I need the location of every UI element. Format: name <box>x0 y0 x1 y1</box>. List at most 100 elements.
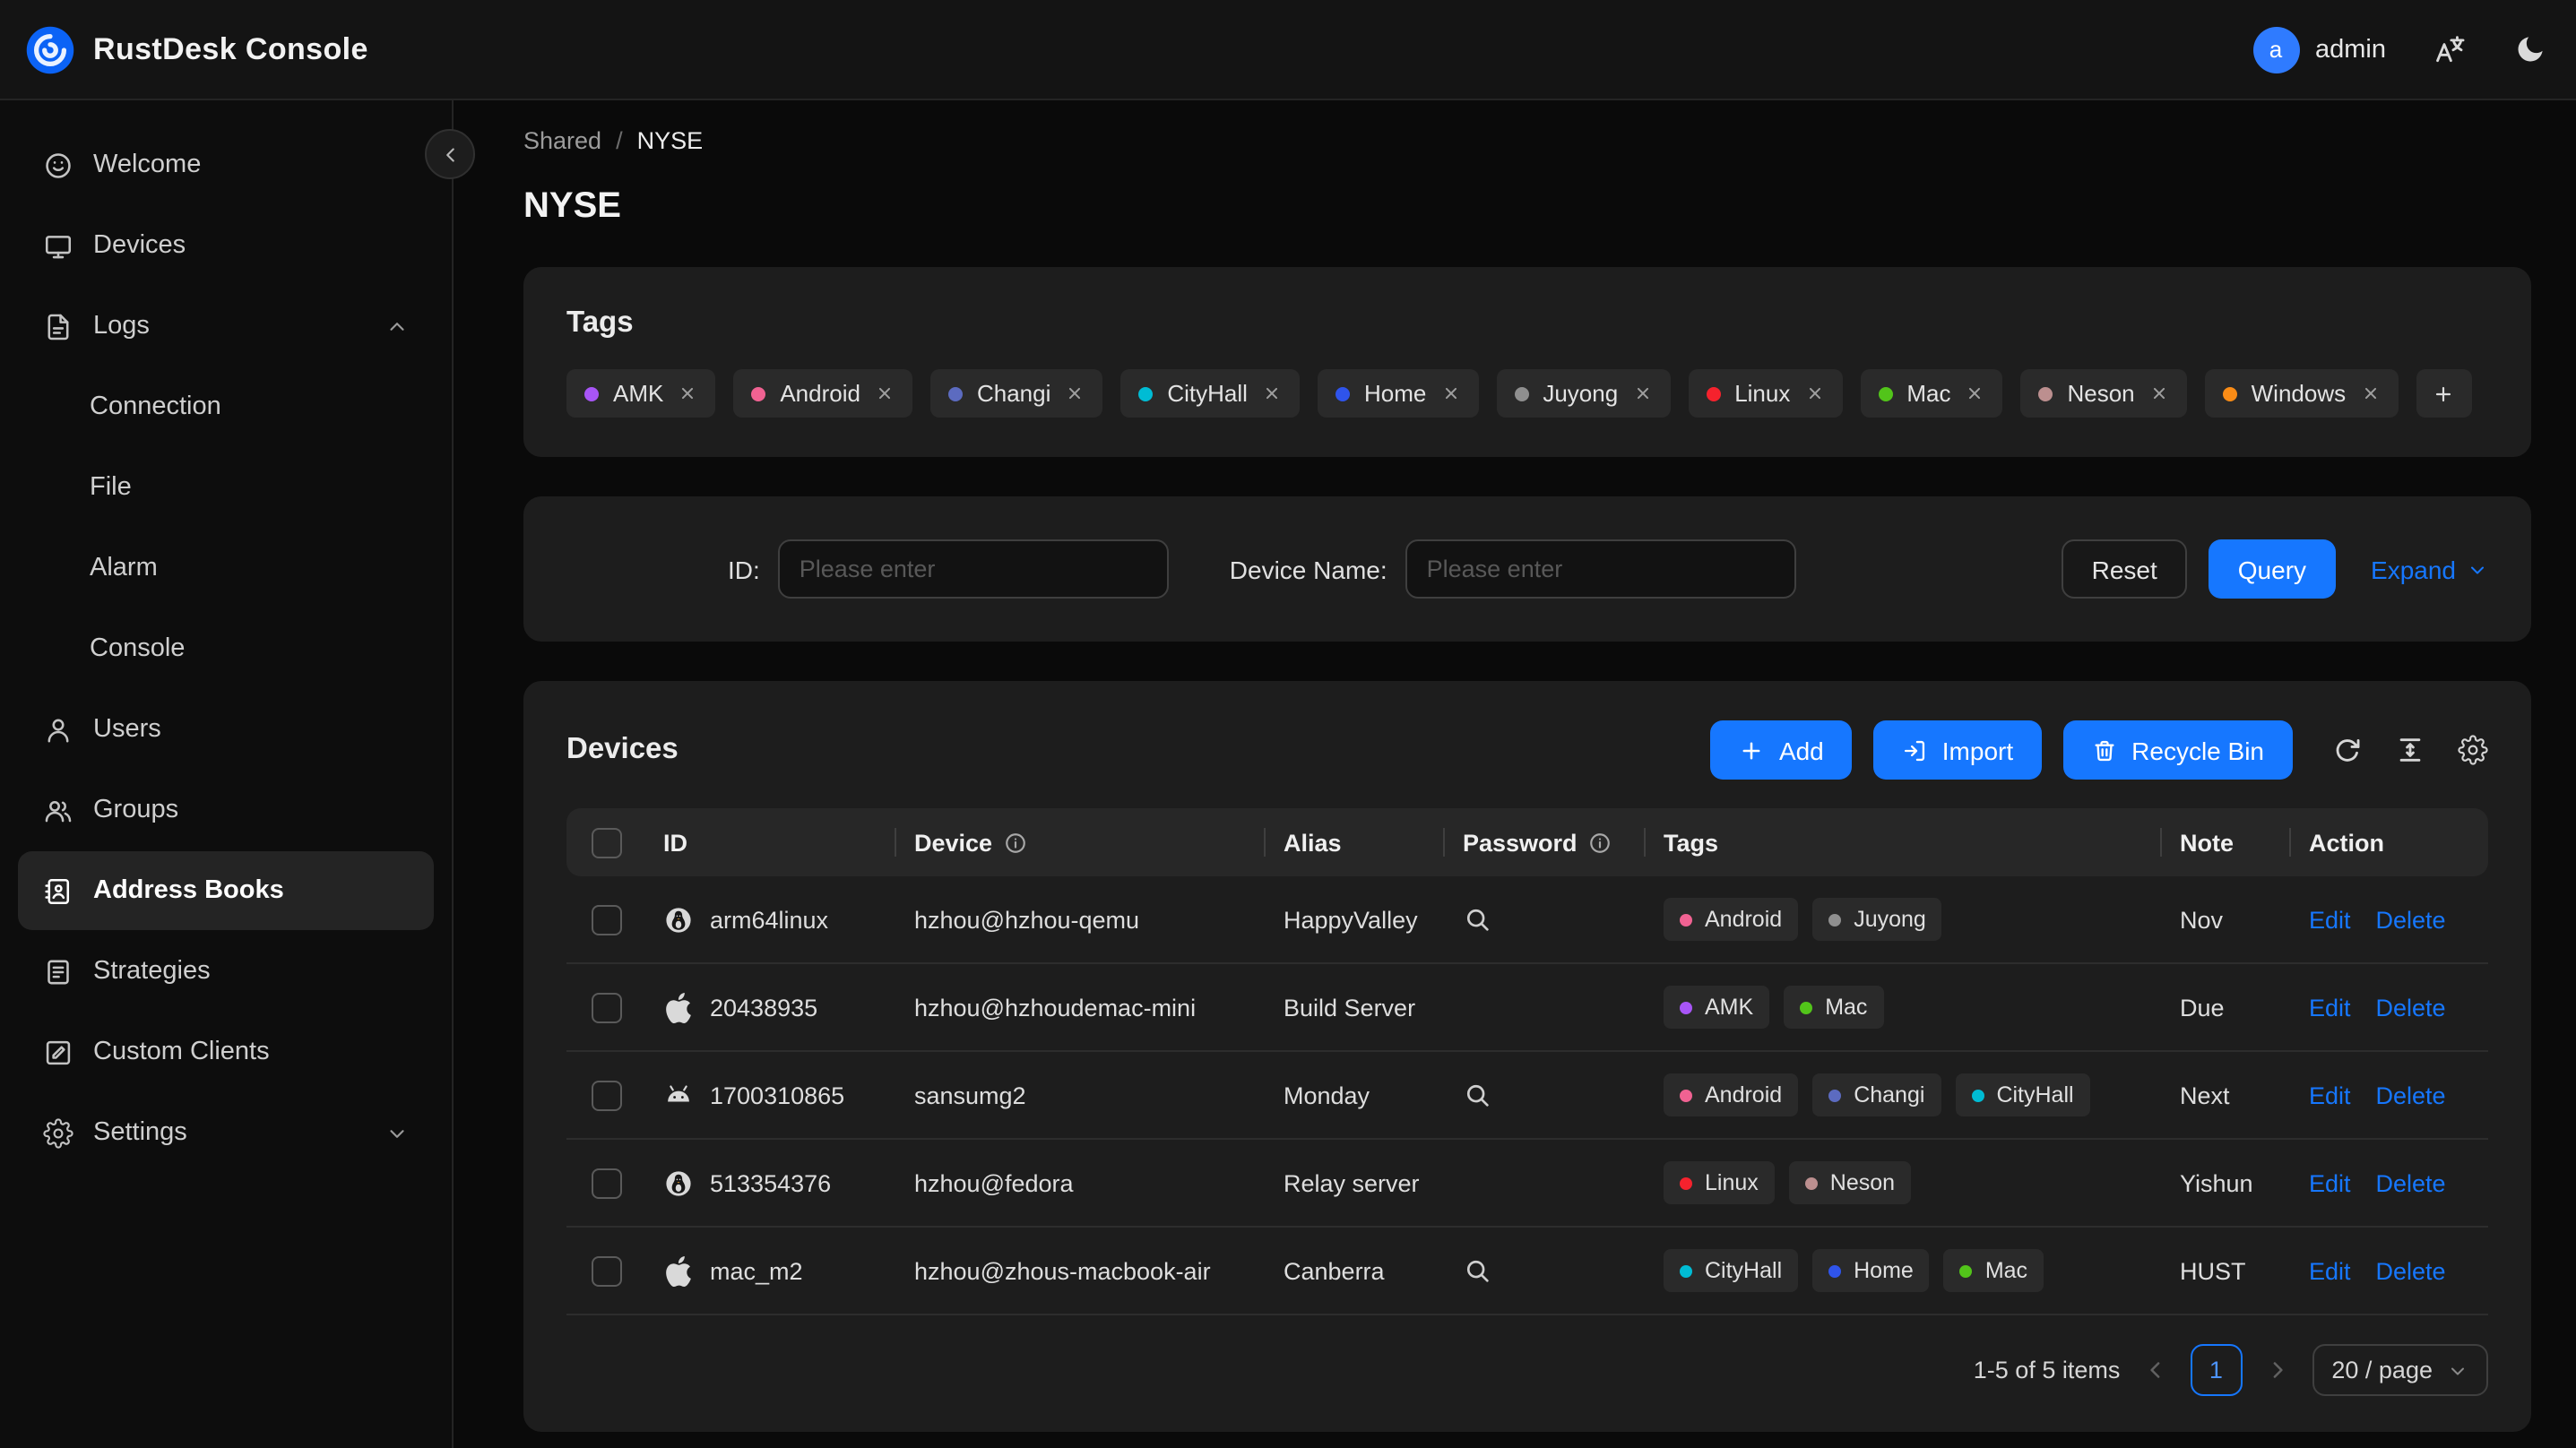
device-id: 20438935 <box>710 994 818 1021</box>
row-checkbox[interactable] <box>591 1255 621 1286</box>
tag-chip-neson[interactable]: Neson <box>2020 369 2187 418</box>
tag-remove-icon[interactable] <box>1065 384 1085 403</box>
device-alias: Canberra <box>1284 1257 1385 1284</box>
sidebar-item-label: Users <box>93 715 161 744</box>
tag-remove-icon[interactable] <box>2360 384 2380 403</box>
next-page-icon[interactable] <box>2263 1357 2290 1383</box>
tag-label: CityHall <box>1167 380 1248 407</box>
tag-chip-amk[interactable]: AMK <box>566 369 716 418</box>
page-number[interactable]: 1 <box>2190 1344 2243 1396</box>
sidebar-item-settings[interactable]: Settings <box>18 1093 434 1172</box>
tag-chip-changi[interactable]: Changi <box>929 369 1103 418</box>
sidebar-item-logs[interactable]: Logs <box>18 287 434 366</box>
info-icon[interactable] <box>1003 831 1026 854</box>
edit-link[interactable]: Edit <box>2309 1082 2351 1108</box>
row-checkbox[interactable] <box>591 1168 621 1198</box>
device-alias: Build Server <box>1284 994 1416 1021</box>
delete-link[interactable]: Delete <box>2376 1082 2446 1108</box>
sidebar-subitem-label: File <box>90 473 132 502</box>
add-button[interactable]: Add <box>1710 720 1853 780</box>
edit-link[interactable]: Edit <box>2309 994 2351 1021</box>
device-name-input[interactable] <box>1405 539 1796 599</box>
sidebar-item-strategies[interactable]: Strategies <box>18 932 434 1011</box>
sidebar-item-users[interactable]: Users <box>18 690 434 769</box>
username: admin <box>2315 35 2386 64</box>
tag-chip-windows[interactable]: Windows <box>2204 369 2399 418</box>
expand-toggle[interactable]: Expand <box>2371 555 2488 583</box>
reset-button[interactable]: Reset <box>2061 539 2188 599</box>
breadcrumb: Shared / NYSE <box>523 124 2531 156</box>
sidebar-subitem-alarm[interactable]: Alarm <box>18 529 434 608</box>
device-name: hzhou@hzhou-qemu <box>914 906 1140 933</box>
sidebar-item-groups[interactable]: Groups <box>18 771 434 849</box>
edit-link[interactable]: Edit <box>2309 1169 2351 1196</box>
tag-remove-icon[interactable] <box>1965 384 1984 403</box>
tag-color-dot <box>1680 1001 1692 1013</box>
tag-remove-icon[interactable] <box>875 384 895 403</box>
info-icon[interactable] <box>1588 831 1612 854</box>
reveal-password-icon[interactable] <box>1463 1256 1491 1285</box>
tag-remove-icon[interactable] <box>1262 384 1282 403</box>
recycle-bin-button[interactable]: Recycle Bin <box>2063 720 2293 780</box>
sidebar-item-custom-clients[interactable]: Custom Clients <box>18 1013 434 1091</box>
tag-chip-linux[interactable]: Linux <box>1688 369 1843 418</box>
sidebar-collapse-button[interactable] <box>425 129 475 179</box>
row-tag-neson: Neson <box>1788 1161 1912 1204</box>
sidebar-item-label: Logs <box>93 312 150 340</box>
row-checkbox[interactable] <box>591 904 621 935</box>
add-tag-button[interactable] <box>2416 369 2472 418</box>
avatar[interactable]: a <box>2252 26 2299 73</box>
tag-remove-icon[interactable] <box>2149 384 2169 403</box>
query-button[interactable]: Query <box>2209 539 2336 599</box>
edit-link[interactable]: Edit <box>2309 906 2351 933</box>
row-checkbox[interactable] <box>591 1080 621 1110</box>
tag-chip-cityhall[interactable]: CityHall <box>1120 369 1300 418</box>
tag-chip-juyong[interactable]: Juyong <box>1496 369 1671 418</box>
column-height-icon[interactable] <box>2395 735 2425 765</box>
tag-chip-home[interactable]: Home <box>1317 369 1479 418</box>
row-tag-juyong: Juyong <box>1812 898 1942 941</box>
table-settings-icon[interactable] <box>2458 735 2488 765</box>
delete-link[interactable]: Delete <box>2376 1169 2446 1196</box>
sidebar-item-address-books[interactable]: Address Books <box>18 851 434 930</box>
user-menu[interactable]: a admin <box>2252 26 2386 73</box>
linux-os-icon <box>663 904 694 935</box>
tag-remove-icon[interactable] <box>1632 384 1652 403</box>
language-icon[interactable] <box>2433 32 2467 66</box>
tag-label: AMK <box>1705 995 1754 1020</box>
sidebar-subitem-console[interactable]: Console <box>18 609 434 688</box>
apple-os-icon <box>663 1255 694 1286</box>
row-checkbox[interactable] <box>591 992 621 1022</box>
tags-cell: Android Changi CityHall <box>1646 1052 2162 1140</box>
column-header-label: Password <box>1463 829 1578 856</box>
refresh-icon[interactable] <box>2332 735 2363 765</box>
tag-chip-mac[interactable]: Mac <box>1860 369 2003 418</box>
sidebar-subitem-file[interactable]: File <box>18 448 434 527</box>
team-icon <box>43 795 73 825</box>
sidebar-item-devices[interactable]: Devices <box>18 206 434 285</box>
sidebar-subitem-connection[interactable]: Connection <box>18 367 434 446</box>
column-header-label: Tags <box>1664 829 1719 856</box>
delete-link[interactable]: Delete <box>2376 906 2446 933</box>
breadcrumb-parent[interactable]: Shared <box>523 126 601 153</box>
tag-remove-icon[interactable] <box>678 384 697 403</box>
tag-remove-icon[interactable] <box>1804 384 1824 403</box>
page-size-select[interactable]: 20 / page <box>2312 1344 2488 1396</box>
tag-chip-android[interactable]: Android <box>733 369 912 418</box>
chevron-up-icon <box>385 315 409 338</box>
reveal-password-icon[interactable] <box>1463 1081 1491 1109</box>
id-input[interactable] <box>777 539 1169 599</box>
reveal-password-icon[interactable] <box>1463 905 1491 934</box>
prev-page-icon[interactable] <box>2141 1357 2168 1383</box>
delete-link[interactable]: Delete <box>2376 1257 2446 1284</box>
import-button[interactable]: Import <box>1873 720 2043 780</box>
delete-link[interactable]: Delete <box>2376 994 2446 1021</box>
sidebar-item-welcome[interactable]: Welcome <box>18 125 434 204</box>
chevron-down-icon <box>385 1121 409 1144</box>
edit-link[interactable]: Edit <box>2309 1257 2351 1284</box>
select-all-checkbox[interactable] <box>591 827 621 858</box>
dark-mode-icon[interactable] <box>2513 32 2547 66</box>
tag-remove-icon[interactable] <box>1440 384 1460 403</box>
tag-label: Home <box>1854 1258 1914 1283</box>
tag-color-dot <box>1959 1264 1973 1277</box>
